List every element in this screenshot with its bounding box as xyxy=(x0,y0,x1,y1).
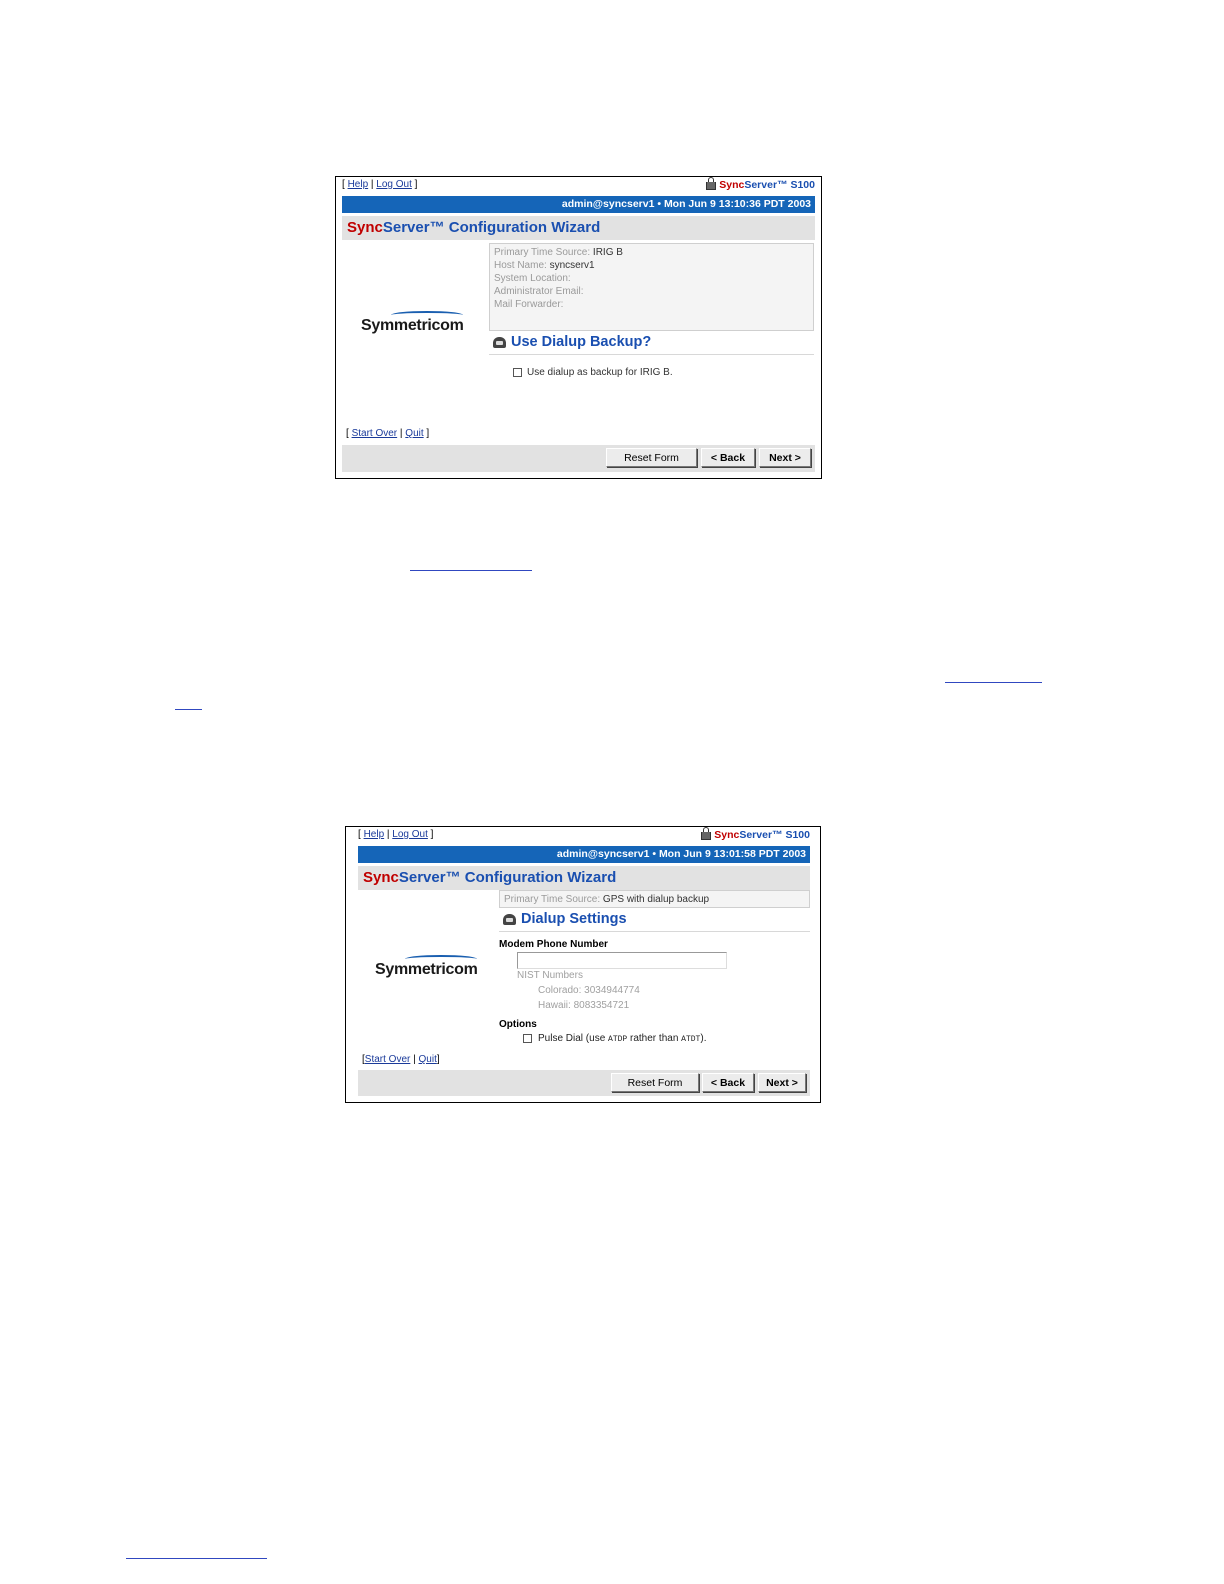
config-summary: Primary Time Source: GPS with dialup bac… xyxy=(499,890,810,908)
next-button[interactable]: Next > xyxy=(758,1073,806,1092)
lock-icon xyxy=(701,827,712,840)
pulse-pre: Pulse Dial (use xyxy=(538,1033,609,1044)
next-button[interactable]: Next > xyxy=(759,448,811,467)
pulse-mid: rather than xyxy=(627,1033,682,1044)
summary-label: Primary Time Source: xyxy=(504,894,603,905)
dialup-backup-label: Use dialup as backup for IRIG B. xyxy=(527,367,673,378)
summary-label: System Location: xyxy=(494,273,571,284)
title-sync: Sync xyxy=(347,219,383,236)
section-heading: Dialup Settings xyxy=(503,911,627,927)
brand-server: Server™ xyxy=(744,179,788,191)
phone-icon xyxy=(493,336,506,348)
reset-form-button[interactable]: Reset Form xyxy=(606,448,697,467)
pulse-dial-label: Pulse Dial (use ATDP rather than ATDT). xyxy=(538,1033,706,1044)
divider xyxy=(489,354,814,355)
doc-link-underline[interactable] xyxy=(175,709,202,710)
symmetricom-logo: Symmetricom xyxy=(375,961,478,978)
summary-line: Administrator Email: xyxy=(494,285,809,298)
quit-link[interactable]: Quit xyxy=(419,1054,437,1065)
wizard-screenshot-dialup-backup: [ Help | Log Out ] SyncServer™ S100 admi… xyxy=(335,176,822,479)
back-button[interactable]: < Back xyxy=(701,448,755,467)
brand-model: S100 xyxy=(790,179,815,191)
config-summary: Primary Time Source: IRIG B Host Name: s… xyxy=(489,243,814,331)
back-button[interactable]: < Back xyxy=(702,1073,754,1092)
summary-line: Mail Forwarder: xyxy=(494,298,809,311)
wizard-screenshot-dialup-settings: [ Help | Log Out ] SyncServer™ S100 admi… xyxy=(345,826,821,1103)
nist-numbers: NIST Numbers Colorado: 3034944774 Hawaii… xyxy=(517,968,640,1013)
options-label: Options xyxy=(499,1019,537,1030)
bottom-links: [Start Over | Quit] xyxy=(362,1054,440,1065)
modem-phone-input[interactable] xyxy=(517,952,727,969)
button-bar: Reset Form < Back Next > xyxy=(342,445,815,472)
doc-link-underline[interactable] xyxy=(945,682,1042,683)
brand-sync: Sync xyxy=(719,179,745,191)
divider xyxy=(499,931,810,932)
title-sync: Sync xyxy=(363,869,399,886)
start-over-link[interactable]: Start Over xyxy=(352,428,398,439)
button-bar: Reset Form < Back Next > xyxy=(358,1070,810,1096)
top-links: [ Help | Log Out ] xyxy=(358,829,434,840)
product-brand: SyncServer™ S100 xyxy=(706,177,815,191)
nist-title: NIST Numbers xyxy=(517,970,583,981)
product-brand: SyncServer™ S100 xyxy=(701,827,810,841)
title-rest: Server™ Configuration Wizard xyxy=(382,219,601,236)
logout-link[interactable]: Log Out xyxy=(392,829,428,840)
summary-label: Administrator Email: xyxy=(494,286,584,297)
page-title: SyncServer™ Configuration Wizard xyxy=(358,866,810,890)
nist-colorado: Colorado: 3034944774 xyxy=(538,985,640,996)
section-title: Use Dialup Backup? xyxy=(511,334,652,350)
summary-line: System Location: xyxy=(494,272,809,285)
section-heading: Use Dialup Backup? xyxy=(493,334,651,350)
quit-link[interactable]: Quit xyxy=(405,428,423,439)
section-title: Dialup Settings xyxy=(521,911,627,927)
summary-label: Mail Forwarder: xyxy=(494,299,564,310)
summary-line: Primary Time Source: IRIG B xyxy=(494,246,809,259)
logo-swoosh xyxy=(405,955,477,963)
summary-value: GPS with dialup backup xyxy=(602,894,710,905)
pulse-dial-checkbox[interactable] xyxy=(523,1034,532,1043)
summary-value: IRIG B xyxy=(592,247,623,258)
brand-server: Server™ xyxy=(739,829,783,841)
help-link[interactable]: Help xyxy=(348,179,369,190)
modem-phone-label: Modem Phone Number xyxy=(499,939,608,950)
summary-label: Host Name: xyxy=(494,260,550,271)
nist-hawaii: Hawaii: 8083354721 xyxy=(538,1000,630,1011)
summary-line: Host Name: syncserv1 xyxy=(494,259,809,272)
symmetricom-logo: Symmetricom xyxy=(361,317,464,334)
status-bar: admin@syncserv1 • Mon Jun 9 13:10:36 PDT… xyxy=(342,196,815,213)
page-title: SyncServer™ Configuration Wizard xyxy=(342,216,815,240)
phone-icon xyxy=(503,913,516,925)
dialup-backup-checkbox[interactable] xyxy=(513,368,522,377)
top-bar: [ Help | Log Out ] SyncServer™ S100 xyxy=(358,827,810,843)
brand-sync: Sync xyxy=(714,829,740,841)
brand-model: S100 xyxy=(785,829,810,841)
status-bar: admin@syncserv1 • Mon Jun 9 13:01:58 PDT… xyxy=(358,846,810,863)
doc-link-underline[interactable] xyxy=(126,1558,267,1559)
reset-form-button[interactable]: Reset Form xyxy=(611,1073,699,1092)
top-links: [ Help | Log Out ] xyxy=(342,179,418,190)
logo-swoosh xyxy=(391,311,463,319)
summary-label: Primary Time Source: xyxy=(494,247,593,258)
pulse-code-atdp: ATDP xyxy=(608,1035,628,1044)
title-rest: Server™ Configuration Wizard xyxy=(398,869,617,886)
help-link[interactable]: Help xyxy=(364,829,385,840)
lock-icon xyxy=(706,177,717,190)
logout-link[interactable]: Log Out xyxy=(376,179,412,190)
top-bar: [ Help | Log Out ] SyncServer™ S100 xyxy=(342,177,815,193)
pulse-code-atdt: ATDT xyxy=(681,1035,701,1044)
summary-value: syncserv1 xyxy=(549,260,595,271)
start-over-link[interactable]: Start Over xyxy=(365,1054,411,1065)
bottom-links: [ Start Over | Quit ] xyxy=(346,428,430,439)
pulse-post: ). xyxy=(700,1033,707,1044)
doc-link-underline[interactable] xyxy=(410,570,532,571)
